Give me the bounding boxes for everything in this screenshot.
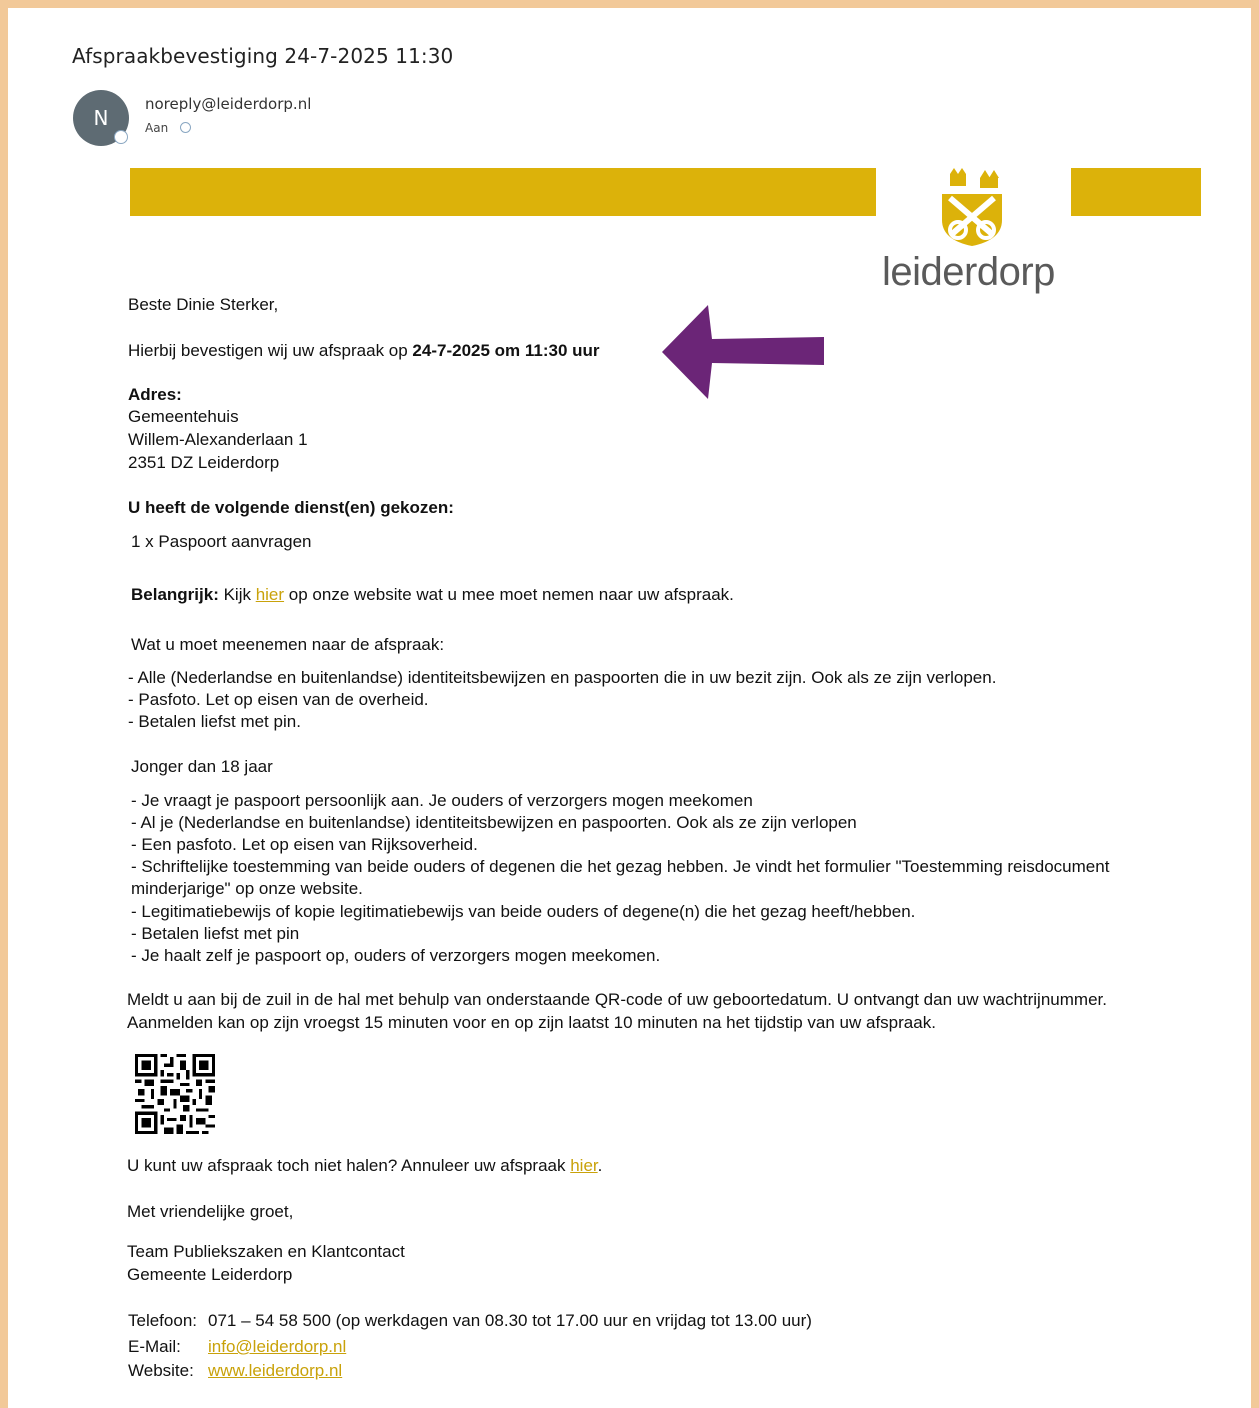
- email-label: E-Mail:: [128, 1337, 181, 1356]
- sender-address[interactable]: noreply@leiderdorp.nl: [145, 95, 311, 113]
- recipient-presence-icon[interactable]: [180, 122, 191, 133]
- cancel-suffix: .: [597, 1156, 603, 1175]
- address-line: Gemeentehuis: [128, 407, 239, 426]
- highlight-arrow-icon: [662, 305, 824, 399]
- phone-value: 071 – 54 58 500 (op werkdagen van 08.30 …: [208, 1311, 812, 1330]
- bring-item: - Pasfoto. Let op eisen van de overheid.: [128, 690, 429, 709]
- qr-code: [135, 1054, 215, 1134]
- cancel-link[interactable]: hier: [570, 1156, 597, 1175]
- address-label: Adres:: [128, 385, 182, 404]
- address-line: Willem-Alexanderlaan 1: [128, 430, 308, 449]
- signature-municipality: Gemeente Leiderdorp: [127, 1265, 293, 1284]
- contact-email-link[interactable]: info@leiderdorp.nl: [208, 1336, 346, 1359]
- bring-heading: Wat u moet meenemen naar de afspraak:: [131, 635, 445, 654]
- checkin-text: Aanmelden kan op zijn vroegst 15 minuten…: [127, 1013, 936, 1032]
- minor-item: - Een pasfoto. Let op eisen van Rijksove…: [131, 835, 478, 854]
- important-note: Belangrijk: Kijk hier op onze website wa…: [131, 584, 734, 607]
- website-label: Website:: [128, 1361, 194, 1380]
- minor-item: - Schriftelijke toestemming van beide ou…: [131, 857, 1110, 876]
- greeting: Beste Dinie Sterker,: [128, 295, 279, 314]
- important-label: Belangrijk:: [131, 585, 219, 604]
- services-heading: U heeft de volgende dienst(en) gekozen:: [128, 498, 454, 517]
- bring-item: - Alle (Nederlandse en buitenlandse) ide…: [128, 668, 997, 687]
- minor-item: minderjarige" op onze website.: [131, 879, 363, 898]
- important-prefix: Kijk: [218, 585, 256, 604]
- minor-item: - Je vraagt je paspoort persoonlijk aan.…: [131, 791, 753, 810]
- recipient-label: Aan: [145, 121, 169, 135]
- cancel-line: U kunt uw afspraak toch niet halen? Annu…: [127, 1155, 602, 1178]
- cancel-prefix: U kunt uw afspraak toch niet halen? Annu…: [127, 1156, 571, 1175]
- bring-item: - Betalen liefst met pin.: [128, 712, 301, 731]
- minor-item: - Betalen liefst met pin: [131, 924, 300, 943]
- leiderdorp-wordmark: leiderdorp: [882, 250, 1055, 294]
- closing: Met vriendelijke groet,: [127, 1202, 294, 1221]
- appointment-datetime: 24-7-2025 om 11:30 uur: [412, 341, 600, 360]
- checkin-text: Meldt u aan bij de zuil in de hal met be…: [127, 990, 1107, 1009]
- leiderdorp-crossed-keys-logo-icon: [942, 168, 1002, 246]
- email-subject: Afspraakbevestiging 24-7-2025 11:30: [72, 44, 454, 68]
- website-link[interactable]: www.leiderdorp.nl: [208, 1360, 342, 1383]
- avatar-initial: N: [93, 106, 109, 130]
- minor-item: - Je haalt zelf je paspoort op, ouders o…: [131, 946, 661, 965]
- presence-status-icon: [114, 130, 128, 144]
- signature-team: Team Publiekszaken en Klantcontact: [127, 1242, 405, 1261]
- important-suffix: op onze website wat u mee moet nemen naa…: [284, 585, 734, 604]
- service-item: 1 x Paspoort aanvragen: [131, 532, 312, 551]
- confirmation-prefix: Hierbij bevestigen wij uw afspraak op: [128, 341, 413, 360]
- address-line: 2351 DZ Leiderdorp: [128, 453, 280, 472]
- header-band-right: [1071, 168, 1201, 216]
- confirmation-line: Hierbij bevestigen wij uw afspraak op 24…: [128, 340, 600, 363]
- header-band-left: [130, 168, 876, 216]
- minor-item: - Al je (Nederlandse en buitenlandse) id…: [131, 813, 857, 832]
- minor-item: - Legitimatiebewijs of kopie legitimatie…: [131, 902, 916, 921]
- phone-label: Telefoon:: [128, 1311, 197, 1330]
- minor-heading: Jonger dan 18 jaar: [131, 757, 273, 776]
- info-link[interactable]: hier: [256, 585, 284, 604]
